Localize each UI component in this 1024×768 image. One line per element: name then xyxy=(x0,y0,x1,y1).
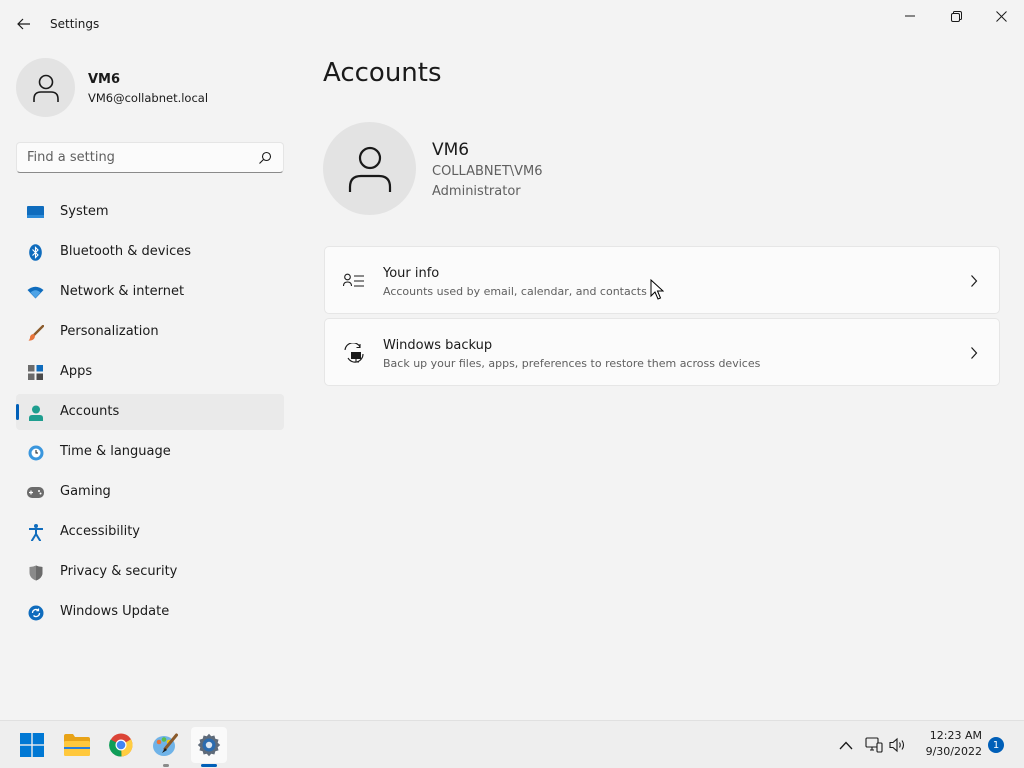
card-title: Your info xyxy=(383,266,440,281)
volume-tray-button[interactable] xyxy=(886,733,910,757)
back-button[interactable] xyxy=(10,12,38,36)
chevron-right-icon xyxy=(971,347,978,359)
sidebar-item-apps[interactable]: Apps xyxy=(16,354,284,390)
settings-gear-icon xyxy=(197,733,221,757)
card-title: Windows backup xyxy=(383,338,493,353)
network-ethernet-icon xyxy=(865,737,883,753)
accessibility-icon xyxy=(27,524,44,541)
user-role: Administrator xyxy=(432,184,521,199)
sidebar-item-accessibility[interactable]: Accessibility xyxy=(16,514,284,550)
sidebar-item-system[interactable]: System xyxy=(16,194,284,230)
sidebar-nav: System Bluetooth & devices Network & int… xyxy=(16,194,284,634)
sidebar-item-label: Network & internet xyxy=(60,284,185,299)
search-icon[interactable] xyxy=(257,150,273,166)
card-description: Accounts used by email, calendar, and co… xyxy=(383,285,647,298)
speaker-icon xyxy=(889,737,905,753)
app-title: Settings xyxy=(50,17,100,31)
start-button[interactable] xyxy=(14,727,50,763)
clock-globe-icon xyxy=(27,444,44,461)
person-icon xyxy=(27,404,44,421)
sidebar-item-windows-update[interactable]: Windows Update xyxy=(16,594,284,630)
sidebar-item-label: Windows Update xyxy=(60,604,170,619)
sidebar-item-time-language[interactable]: Time & language xyxy=(16,434,284,470)
taskbar-chrome[interactable] xyxy=(103,727,139,763)
windows-start-icon xyxy=(20,733,44,757)
mouse-cursor-icon xyxy=(650,279,664,300)
sidebar-profile[interactable]: VM6 VM6@collabnet.local xyxy=(16,56,286,120)
active-app-indicator xyxy=(201,764,217,767)
windows-backup-card[interactable]: Windows backup Back up your files, apps,… xyxy=(324,318,1000,386)
chrome-icon xyxy=(109,733,133,757)
wifi-icon xyxy=(27,284,44,301)
search-input[interactable] xyxy=(27,143,252,172)
notification-badge[interactable]: 1 xyxy=(988,737,1004,753)
person-avatar-icon xyxy=(32,74,59,102)
folder-icon xyxy=(64,734,90,756)
sidebar-item-privacy-security[interactable]: Privacy & security xyxy=(16,554,284,590)
apps-icon xyxy=(27,364,44,381)
shield-icon xyxy=(27,564,44,581)
sidebar-item-network[interactable]: Network & internet xyxy=(16,274,284,310)
sidebar-item-label: Apps xyxy=(60,364,93,379)
sidebar-item-bluetooth[interactable]: Bluetooth & devices xyxy=(16,234,284,270)
clock-date: 9/30/2022 xyxy=(925,745,982,758)
sync-icon xyxy=(27,604,44,621)
running-indicator xyxy=(163,764,169,767)
restore-icon xyxy=(950,10,962,22)
chevron-right-icon xyxy=(971,275,978,287)
close-button[interactable] xyxy=(978,0,1024,32)
sidebar-item-gaming[interactable]: Gaming xyxy=(16,474,284,510)
avatar-large xyxy=(323,122,416,215)
avatar xyxy=(16,58,75,117)
clock-time: 12:23 AM xyxy=(929,729,982,742)
user-domain: COLLABNET\VM6 xyxy=(432,164,543,179)
show-hidden-icons-button[interactable] xyxy=(834,733,858,757)
close-icon xyxy=(995,10,1007,22)
sidebar-item-label: Time & language xyxy=(60,444,171,459)
sidebar-item-label: Accounts xyxy=(60,404,120,419)
card-description: Back up your files, apps, preferences to… xyxy=(383,357,761,370)
back-arrow-icon xyxy=(17,18,30,30)
sidebar-item-accounts[interactable]: Accounts xyxy=(16,394,284,430)
taskbar: 12:23 AM 9/30/2022 1 xyxy=(0,720,1024,768)
sidebar-item-label: Privacy & security xyxy=(60,564,178,579)
sidebar-item-label: System xyxy=(60,204,109,219)
taskbar-settings[interactable] xyxy=(191,727,227,763)
backup-sync-icon xyxy=(343,343,365,363)
person-avatar-icon xyxy=(348,146,391,192)
user-name: VM6 xyxy=(432,140,470,160)
taskbar-clock[interactable]: 12:23 AM 9/30/2022 xyxy=(912,728,982,760)
chevron-up-icon xyxy=(839,741,853,749)
bluetooth-icon xyxy=(27,244,44,261)
maximize-button[interactable] xyxy=(933,0,979,32)
sidebar-item-label: Gaming xyxy=(60,484,111,499)
contact-card-icon xyxy=(343,271,365,291)
sidebar-item-label: Accessibility xyxy=(60,524,140,539)
gamepad-icon xyxy=(27,484,44,501)
monitor-icon xyxy=(27,204,44,221)
profile-email: VM6@collabnet.local xyxy=(88,91,209,105)
title-bar: Settings xyxy=(0,0,1024,48)
taskbar-paint[interactable] xyxy=(147,727,183,763)
minimize-icon xyxy=(905,15,915,17)
brush-icon xyxy=(27,324,44,341)
profile-name: VM6 xyxy=(88,72,121,87)
paint-icon xyxy=(153,733,178,756)
minimize-button[interactable] xyxy=(887,0,933,32)
sidebar-item-personalization[interactable]: Personalization xyxy=(16,314,284,350)
page-title: Accounts xyxy=(323,58,442,88)
sidebar-item-label: Bluetooth & devices xyxy=(60,244,191,259)
user-summary: VM6 COLLABNET\VM6 Administrator xyxy=(323,122,723,218)
search-box xyxy=(16,142,284,173)
taskbar-file-explorer[interactable] xyxy=(59,727,95,763)
sidebar-item-label: Personalization xyxy=(60,324,159,339)
network-tray-button[interactable] xyxy=(862,733,886,757)
